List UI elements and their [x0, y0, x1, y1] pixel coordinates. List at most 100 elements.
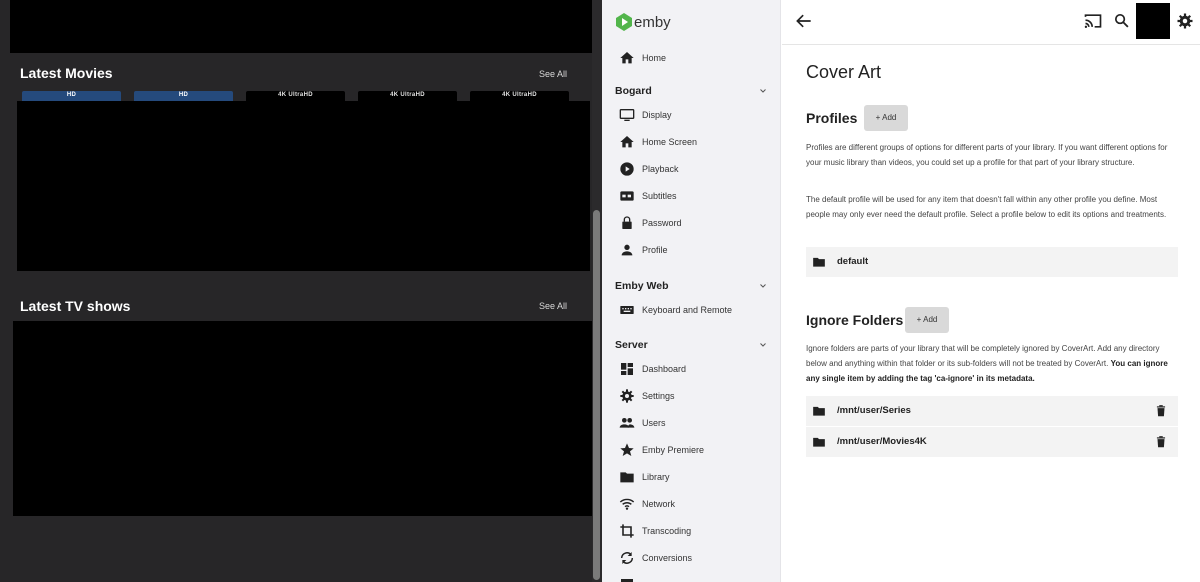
- sidebar-item-label: Library: [642, 472, 670, 482]
- scrollbar-thumb[interactable]: [593, 210, 600, 580]
- profiles-default-description: The default profile will be used for any…: [806, 195, 1167, 219]
- folder-icon: [813, 257, 825, 267]
- sync-icon: [620, 552, 634, 564]
- crop-icon: [620, 524, 634, 538]
- sidebar-group-emby-web[interactable]: Emby Web: [602, 275, 780, 297]
- emby-logo-icon: [616, 13, 632, 31]
- chevron-down-icon: [760, 89, 766, 93]
- sidebar-item-keyboard-remote[interactable]: Keyboard and Remote: [602, 297, 780, 323]
- top-bar: [782, 0, 1200, 45]
- folder-icon: [813, 437, 825, 447]
- main-content: Cover Art Profiles + Add Profiles are di…: [782, 0, 1200, 582]
- sidebar-item-password[interactable]: Password: [602, 210, 780, 236]
- cast-icon[interactable]: [1083, 11, 1103, 31]
- delete-icon[interactable]: [1154, 435, 1168, 449]
- profiles-heading: Profiles: [806, 110, 858, 126]
- group-title: Emby Web: [615, 280, 669, 292]
- sidebar-item-playback[interactable]: Playback: [602, 156, 780, 182]
- delete-icon[interactable]: [1154, 404, 1168, 418]
- poster-badge-4k[interactable]: 4K UltraHD: [358, 91, 457, 101]
- sidebar-item-home[interactable]: Home: [602, 45, 780, 71]
- home-background: Latest Movies See All HD HD 4K UltraHD 4…: [0, 0, 602, 582]
- poster-badge-4k[interactable]: 4K UltraHD: [470, 91, 569, 101]
- sidebar-item-settings[interactable]: Settings: [602, 383, 780, 409]
- keyboard-icon: [620, 306, 634, 314]
- settings-sidebar: emby Home Bogard Display Home Screen Pla…: [602, 0, 781, 582]
- sidebar-item-label: Dashboard: [642, 364, 687, 374]
- sidebar-group-server[interactable]: Server: [602, 334, 780, 356]
- sidebar-item-label: Display: [642, 110, 672, 120]
- group-title: Bogard: [615, 85, 652, 97]
- poster-badge-hd[interactable]: HD: [22, 91, 121, 101]
- poster-badge-label: 4K UltraHD: [390, 92, 425, 98]
- poster-badge-label: HD: [66, 92, 77, 98]
- person-icon: [621, 244, 633, 256]
- sidebar-item-home-screen[interactable]: Home Screen: [602, 129, 780, 155]
- sidebar-item-library[interactable]: Library: [602, 464, 780, 490]
- ignore-folders-heading: Ignore Folders: [806, 312, 904, 328]
- chevron-down-icon: [760, 343, 766, 347]
- latest-movies-row: [17, 101, 590, 271]
- sidebar-item-label: Home Screen: [642, 137, 698, 147]
- sidebar-item-profile[interactable]: Profile: [602, 237, 780, 263]
- back-arrow-icon[interactable]: [794, 11, 814, 31]
- sidebar-item-users[interactable]: Users: [602, 410, 780, 436]
- wifi-icon: [619, 498, 635, 510]
- folder-icon: [620, 472, 634, 483]
- ignore-folder-row[interactable]: /mnt/user/Movies4K: [806, 427, 1178, 457]
- sidebar-item-label: Playback: [642, 164, 679, 174]
- user-avatar[interactable]: [1136, 3, 1170, 39]
- group-title: Server: [615, 339, 648, 351]
- latest-movies-see-all-link[interactable]: See All: [539, 69, 567, 79]
- search-icon[interactable]: [1113, 12, 1130, 29]
- sidebar-item-label: Password: [642, 218, 682, 228]
- play-circle-icon: [620, 162, 634, 176]
- poster-badge-4k[interactable]: 4K UltraHD: [246, 91, 345, 101]
- sidebar-item-label: Home: [642, 53, 667, 63]
- profile-name: default: [837, 256, 869, 267]
- latest-movies-title: Latest Movies: [20, 65, 113, 81]
- sidebar-item-dashboard[interactable]: Dashboard: [602, 356, 780, 382]
- sidebar-item-label: Transcoding: [642, 526, 692, 536]
- sidebar-item-transcoding[interactable]: Transcoding: [602, 518, 780, 544]
- latest-tv-see-all-link[interactable]: See All: [539, 301, 567, 311]
- sidebar-item-conversions[interactable]: Conversions: [602, 545, 780, 571]
- sidebar-item-label: Conversions: [642, 553, 693, 563]
- sidebar-item-network[interactable]: Network: [602, 491, 780, 517]
- add-profile-button[interactable]: + Add: [864, 105, 908, 131]
- partial-icon: [621, 579, 633, 582]
- star-icon: [620, 443, 634, 456]
- people-icon: [619, 418, 635, 428]
- add-ignore-folder-button[interactable]: + Add: [905, 307, 949, 333]
- sidebar-item-emby-premiere[interactable]: Emby Premiere: [602, 437, 780, 463]
- chevron-down-icon: [760, 284, 766, 288]
- sidebar-item-label: Keyboard and Remote: [642, 305, 733, 315]
- sidebar-item-label: Settings: [642, 391, 675, 401]
- ignore-folders-description: Ignore folders are parts of your library…: [806, 341, 1178, 386]
- profile-row-default[interactable]: default: [806, 247, 1178, 277]
- gear-icon[interactable]: [1176, 12, 1194, 30]
- logo-text: emby: [634, 13, 671, 31]
- display-icon: [619, 109, 635, 121]
- sidebar-item-label: Subtitles: [642, 191, 677, 201]
- folder-path: /mnt/user/Movies4K: [837, 436, 927, 447]
- home-icon: [620, 52, 634, 64]
- dashboard-icon: [621, 363, 633, 375]
- sidebar-item-subtitles[interactable]: Subtitles: [602, 183, 780, 209]
- sidebar-item-label: Network: [642, 499, 676, 509]
- ignore-folder-row[interactable]: /mnt/user/Series: [806, 396, 1178, 426]
- sidebar-group-bogard[interactable]: Bogard: [602, 80, 780, 102]
- hero-media-block: [10, 0, 592, 53]
- sidebar-item-display[interactable]: Display: [602, 102, 780, 128]
- folder-path: /mnt/user/Series: [837, 405, 911, 416]
- poster-badge-label: HD: [178, 92, 189, 98]
- poster-badge-hd[interactable]: HD: [134, 91, 233, 101]
- sidebar-item-label: Profile: [642, 245, 668, 255]
- latest-tv-row: [13, 321, 592, 516]
- gear-icon: [620, 389, 634, 403]
- latest-tv-title: Latest TV shows: [20, 298, 131, 314]
- emby-logo[interactable]: emby: [616, 13, 671, 31]
- poster-badge-label: 4K UltraHD: [502, 92, 537, 98]
- sidebar-item-label: Emby Premiere: [642, 445, 705, 455]
- folder-icon: [813, 406, 825, 416]
